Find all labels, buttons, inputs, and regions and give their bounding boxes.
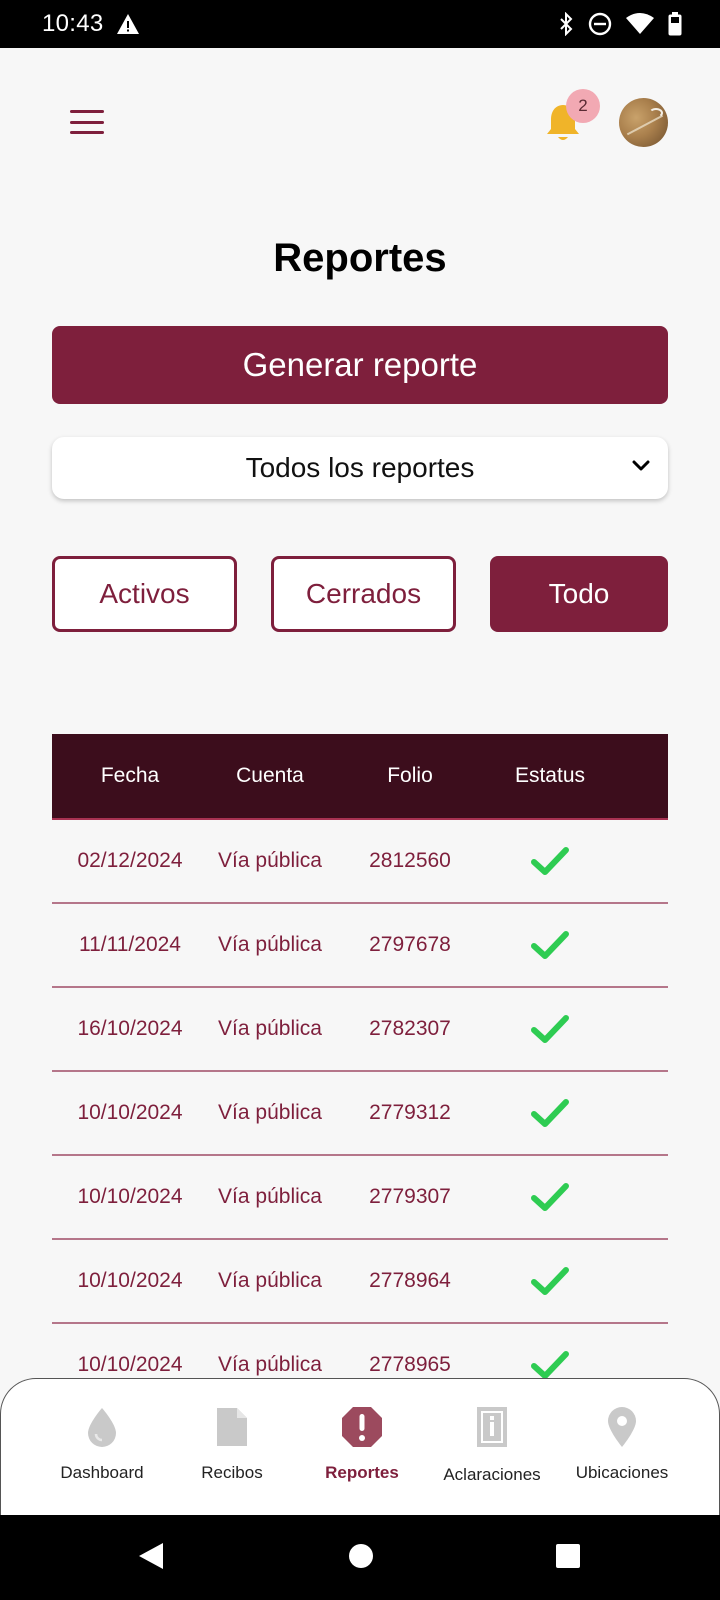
cell-estatus bbox=[480, 1266, 620, 1296]
menu-icon-line bbox=[70, 110, 104, 113]
check-icon bbox=[531, 1183, 569, 1211]
cell-estatus bbox=[480, 1182, 620, 1212]
status-time: 10:43 bbox=[42, 10, 104, 37]
nav-recibos[interactable]: Recibos bbox=[167, 1379, 297, 1515]
bluetooth-icon bbox=[560, 12, 573, 36]
filter-active-button[interactable]: Activos bbox=[52, 556, 237, 632]
report-type-select[interactable]: Todos los reportes bbox=[52, 437, 668, 499]
table-header: Fecha Cuenta Folio Estatus bbox=[52, 734, 668, 820]
cell-folio: 2778964 bbox=[369, 1269, 451, 1292]
notification-badge: 2 bbox=[566, 89, 600, 123]
nav-label: Aclaraciones bbox=[443, 1465, 541, 1484]
header-folio: Folio bbox=[387, 764, 433, 787]
cell-cuenta: Vía pública bbox=[218, 1185, 322, 1208]
home-icon[interactable] bbox=[348, 1543, 374, 1569]
check-icon bbox=[531, 931, 569, 959]
cell-folio: 2812560 bbox=[369, 849, 451, 872]
status-bar: 10:43 bbox=[0, 0, 720, 48]
cell-folio: 2797678 bbox=[369, 933, 451, 956]
cell-cuenta: Vía pública bbox=[218, 933, 322, 956]
back-icon[interactable] bbox=[137, 1541, 165, 1571]
nav-label: Ubicaciones bbox=[575, 1463, 669, 1482]
table-row[interactable]: 10/10/2024 Vía pública 2779312 bbox=[52, 1072, 668, 1156]
generate-report-button[interactable]: Generar reporte bbox=[52, 326, 668, 404]
cell-cuenta: Vía pública bbox=[218, 1269, 322, 1292]
wifi-icon bbox=[626, 13, 654, 34]
cell-fecha: 10/10/2024 bbox=[77, 1185, 183, 1208]
cell-fecha: 10/10/2024 bbox=[77, 1101, 183, 1124]
nav-aclaraciones[interactable]: Aclaraciones bbox=[427, 1379, 557, 1515]
check-icon bbox=[531, 1099, 569, 1127]
cell-cuenta: Vía pública bbox=[218, 1101, 322, 1124]
check-icon bbox=[531, 1351, 569, 1379]
header-fecha: Fecha bbox=[100, 764, 160, 787]
menu-button[interactable] bbox=[68, 108, 106, 136]
system-navigation-bar bbox=[0, 1515, 720, 1600]
cell-cuenta: Vía pública bbox=[218, 1353, 322, 1376]
table-row[interactable]: 16/10/2024 Vía pública 2782307 bbox=[52, 988, 668, 1072]
table-row[interactable]: 11/11/2024 Vía pública 2797678 bbox=[52, 904, 668, 988]
cell-folio: 2779307 bbox=[369, 1185, 451, 1208]
cell-cuenta: Vía pública bbox=[218, 849, 322, 872]
filter-closed-button[interactable]: Cerrados bbox=[271, 556, 456, 632]
cell-estatus bbox=[480, 846, 620, 876]
report-type-select-value: Todos los reportes bbox=[245, 452, 475, 483]
cell-fecha: 11/11/2024 bbox=[79, 933, 181, 956]
bottom-navigation: Dashboard Recibos Reportes Aclaraciones … bbox=[0, 1378, 720, 1515]
table-row[interactable]: 10/10/2024 Vía pública 2779307 bbox=[52, 1156, 668, 1240]
nav-label: Recibos bbox=[201, 1463, 263, 1482]
location-pin-icon bbox=[600, 1405, 644, 1449]
battery-icon bbox=[668, 12, 682, 36]
chevron-down-icon bbox=[632, 460, 650, 471]
check-icon bbox=[531, 1015, 569, 1043]
do-not-disturb-icon bbox=[588, 12, 612, 36]
cell-fecha: 16/10/2024 bbox=[77, 1017, 183, 1040]
check-icon bbox=[531, 1267, 569, 1295]
menu-icon-line bbox=[70, 120, 104, 124]
cell-folio: 2782307 bbox=[369, 1017, 451, 1040]
nav-label: Dashboard bbox=[60, 1463, 144, 1482]
avatar-detail bbox=[649, 108, 663, 118]
cell-estatus bbox=[480, 1014, 620, 1044]
cell-estatus bbox=[480, 930, 620, 960]
table-body: 02/12/2024 Vía pública 2812560 11/11/2024 Ví… bbox=[52, 820, 668, 1408]
nav-reportes[interactable]: Reportes bbox=[297, 1379, 427, 1515]
cell-folio: 2779312 bbox=[369, 1101, 451, 1124]
table-row[interactable]: 10/10/2024 Vía pública 2778964 bbox=[52, 1240, 668, 1324]
cell-fecha: 10/10/2024 bbox=[77, 1353, 183, 1376]
filter-all-button[interactable]: Todo bbox=[490, 556, 668, 632]
warning-icon bbox=[116, 14, 139, 34]
recents-icon[interactable] bbox=[555, 1543, 581, 1569]
header-estatus: Estatus bbox=[514, 764, 586, 787]
document-icon bbox=[210, 1405, 254, 1449]
table-row[interactable]: 02/12/2024 Vía pública 2812560 bbox=[52, 820, 668, 904]
info-icon bbox=[470, 1405, 514, 1449]
nav-ubicaciones[interactable]: Ubicaciones bbox=[557, 1379, 687, 1515]
page-title: Reportes bbox=[273, 236, 447, 280]
cell-folio: 2778965 bbox=[369, 1353, 451, 1376]
nav-label: Reportes bbox=[325, 1463, 399, 1482]
cell-cuenta: Vía pública bbox=[218, 1017, 322, 1040]
avatar[interactable] bbox=[619, 98, 668, 147]
menu-icon-line bbox=[70, 131, 104, 134]
alert-icon bbox=[340, 1405, 384, 1449]
nav-dashboard[interactable]: Dashboard bbox=[37, 1379, 167, 1515]
header-cuenta: Cuenta bbox=[236, 764, 304, 787]
cell-fecha: 10/10/2024 bbox=[77, 1269, 183, 1292]
cell-fecha: 02/12/2024 bbox=[77, 849, 183, 872]
reports-table: Fecha Cuenta Folio Estatus 02/12/2024 Vía… bbox=[52, 734, 668, 1408]
drop-icon bbox=[80, 1405, 124, 1449]
cell-estatus bbox=[480, 1098, 620, 1128]
check-icon bbox=[531, 847, 569, 875]
cell-estatus bbox=[480, 1350, 620, 1380]
